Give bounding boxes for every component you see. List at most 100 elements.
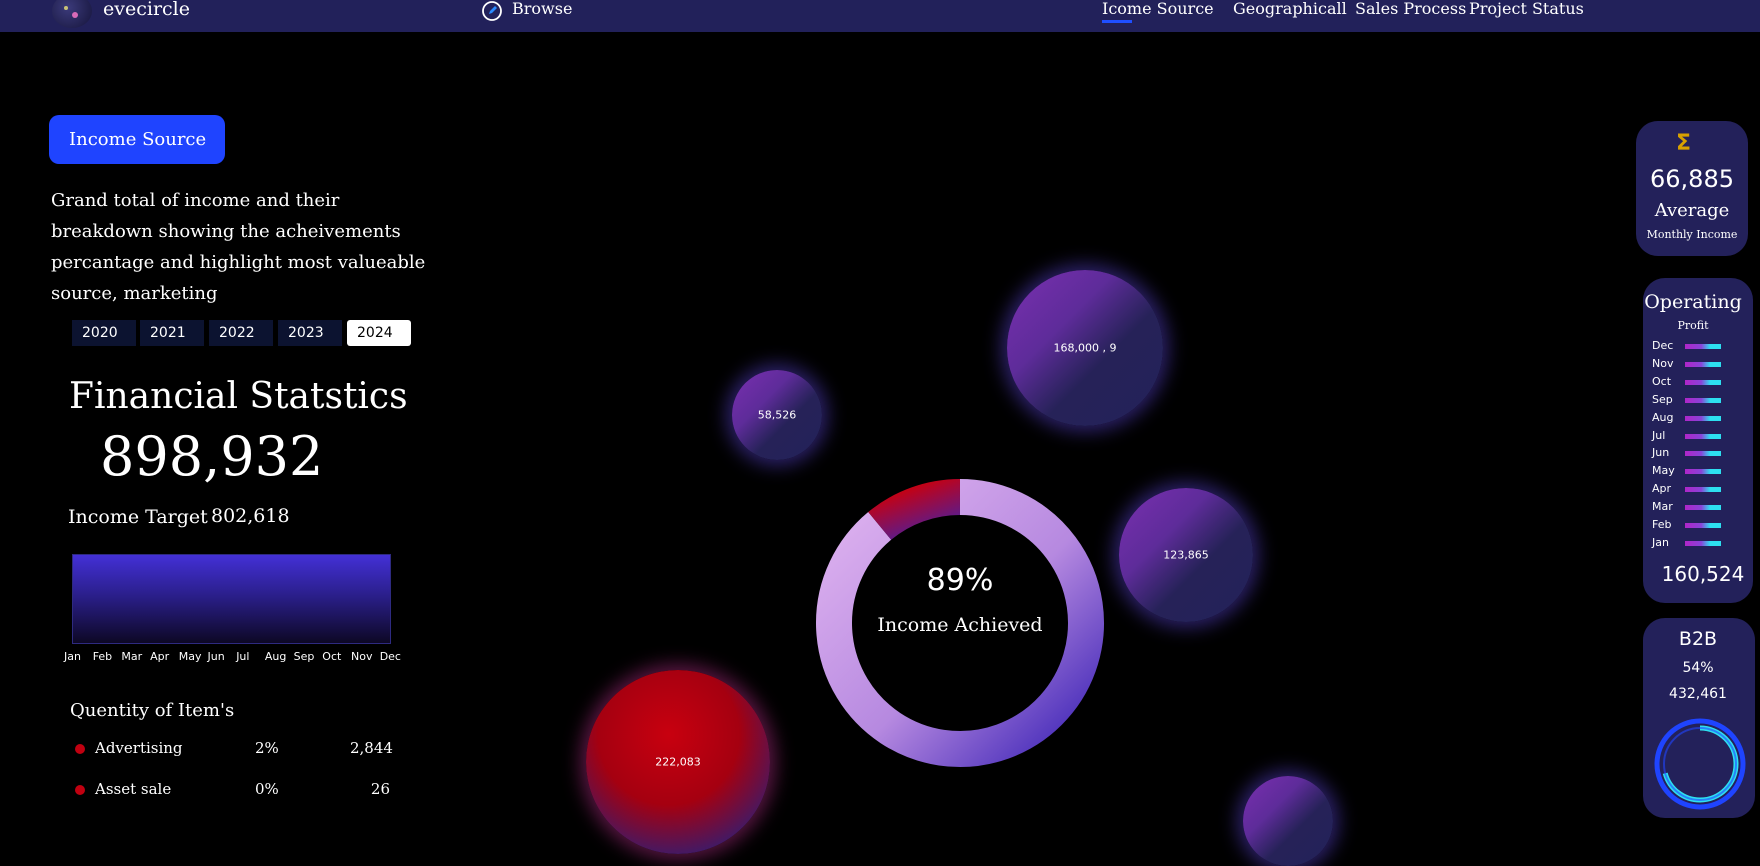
operating-month-label: Jan (1652, 535, 1669, 549)
income-bubble[interactable] (1243, 776, 1333, 866)
remaining-arc (868, 479, 961, 541)
nav-tab-sales-process[interactable]: Sales Process (1355, 0, 1466, 18)
b2b-value: 432,461 (1669, 686, 1727, 702)
financial-total: 898,932 (100, 425, 324, 488)
operating-month-bar (1685, 397, 1721, 403)
operating-month-label: May (1652, 464, 1675, 478)
income-bubble[interactable]: 58,526 (732, 370, 822, 460)
red-dot-icon (75, 744, 85, 754)
operating-month-bar (1685, 505, 1721, 511)
operating-month-row: Feb (1652, 518, 1732, 532)
operating-month-bar (1685, 433, 1721, 439)
month-tick-label: Nov (351, 650, 373, 663)
income-bubble[interactable]: 222,083 (586, 670, 770, 854)
operating-month-label: Aug (1652, 410, 1674, 424)
b2b-percent: 54% (1682, 660, 1714, 676)
operating-month-label: Mar (1652, 500, 1673, 514)
compass-icon[interactable] (481, 0, 503, 22)
nav-tab-icome-source[interactable]: Icome Source (1102, 0, 1214, 18)
operating-month-bar (1685, 540, 1721, 546)
quantity-name: Advertising (95, 739, 183, 757)
operating-month-label: Jun (1652, 446, 1670, 460)
month-tick-label: Jul (236, 650, 250, 663)
month-tick-label: Aug (264, 650, 287, 663)
bubble-value: 168,000 , 9 (1053, 341, 1117, 355)
operating-month-bar (1685, 361, 1721, 367)
operating-month-row: Aug (1652, 411, 1732, 425)
browse-link[interactable]: Browse (512, 0, 572, 18)
quantity-title: Quentity of Item's (70, 700, 235, 721)
operating-month-label: Jul (1652, 428, 1666, 442)
average-sublabel: Monthly Income (1646, 228, 1738, 241)
bubble-value: 222,083 (655, 755, 701, 769)
month-tick-label: May (178, 650, 202, 663)
income-target-bar (72, 554, 391, 644)
income-target-label: Income Target (68, 506, 208, 528)
operating-month-row: May (1652, 464, 1732, 478)
quantity-value: 2,844 (350, 739, 393, 757)
operating-month-row: Jul (1652, 429, 1732, 443)
operating-month-label: Sep (1652, 392, 1673, 406)
operating-month-row: Mar (1652, 500, 1732, 514)
operating-total: 160,524 (1661, 562, 1745, 586)
operating-month-label: Oct (1652, 374, 1672, 388)
operating-month-bar (1685, 523, 1721, 528)
operating-month-bar (1685, 344, 1721, 349)
month-tick-label: Oct (322, 650, 342, 663)
operating-month-label: Nov (1652, 356, 1674, 370)
nav-tab-project-status[interactable]: Project Status (1469, 0, 1584, 18)
average-value: 66,885 (1650, 165, 1734, 193)
operating-month-row: Oct (1652, 375, 1732, 389)
month-tick-label: Jun (207, 650, 225, 663)
operating-month-bar (1685, 487, 1721, 493)
year-button-2020[interactable]: 2020 (72, 320, 136, 346)
income-bubble[interactable]: 123,865 (1119, 488, 1253, 622)
operating-month-bar (1685, 469, 1721, 475)
operating-month-row: Jan (1652, 536, 1732, 550)
year-button-2022[interactable]: 2022 (209, 320, 273, 346)
year-button-2021[interactable]: 2021 (140, 320, 204, 346)
operating-subtitle: Profit (1677, 319, 1709, 332)
operating-month-bar (1685, 451, 1721, 457)
donut-label: Income Achieved (877, 614, 1043, 636)
quantity-percent: 2% (255, 739, 279, 757)
income-bubble[interactable]: 168,000 , 9 (1007, 270, 1163, 426)
quantity-percent: 0% (255, 780, 279, 798)
nav-tab-geographicall[interactable]: Geographicall (1233, 0, 1347, 18)
page-description: Grand total of income and their breakdow… (51, 190, 426, 304)
month-tick-label: Apr (150, 650, 170, 663)
donut-percent: 89% (926, 563, 994, 598)
operating-month-label: Dec (1652, 339, 1674, 352)
income-source-button[interactable]: Income Source (49, 115, 225, 164)
quantity-row: Asset sale 0% 26 (70, 780, 400, 802)
quantity-row: Advertising 2% 2,844 (70, 739, 400, 761)
month-tick-label: Feb (92, 650, 113, 663)
financial-title: Financial Statstics (69, 376, 408, 417)
operating-month-label: Feb (1652, 518, 1672, 531)
b2b-title: B2B (1678, 628, 1718, 650)
brand-name[interactable]: evecircle (103, 0, 190, 20)
operating-month-bar (1685, 379, 1721, 385)
bubble-value: 58,526 (757, 408, 797, 422)
operating-title: Operating (1644, 291, 1742, 313)
sigma-icon: Σ (1676, 131, 1692, 156)
average-label: Average (1654, 200, 1730, 221)
operating-month-row: Sep (1652, 393, 1732, 407)
month-tick-label: Dec (379, 650, 401, 663)
year-button-2024[interactable]: 2024 (347, 320, 411, 346)
quantity-value: 26 (370, 780, 390, 798)
operating-month-row: Apr (1652, 482, 1732, 496)
operating-month-row: Dec (1652, 339, 1732, 353)
month-tick-label: Mar (121, 650, 143, 663)
active-tab-indicator (1102, 20, 1132, 23)
year-button-2023[interactable]: 2023 (278, 320, 342, 346)
operating-month-row: Nov (1652, 357, 1732, 371)
operating-month-label: Apr (1652, 482, 1672, 496)
quantity-name: Asset sale (95, 780, 172, 798)
income-target-value: 802,618 (211, 505, 290, 527)
bubble-value: 123,865 (1163, 548, 1209, 562)
b2b-ring-chart[interactable] (1652, 716, 1748, 812)
month-tick-label: Sep (293, 650, 315, 663)
operating-month-bar (1685, 415, 1721, 421)
operating-month-row: Jun (1652, 446, 1732, 460)
